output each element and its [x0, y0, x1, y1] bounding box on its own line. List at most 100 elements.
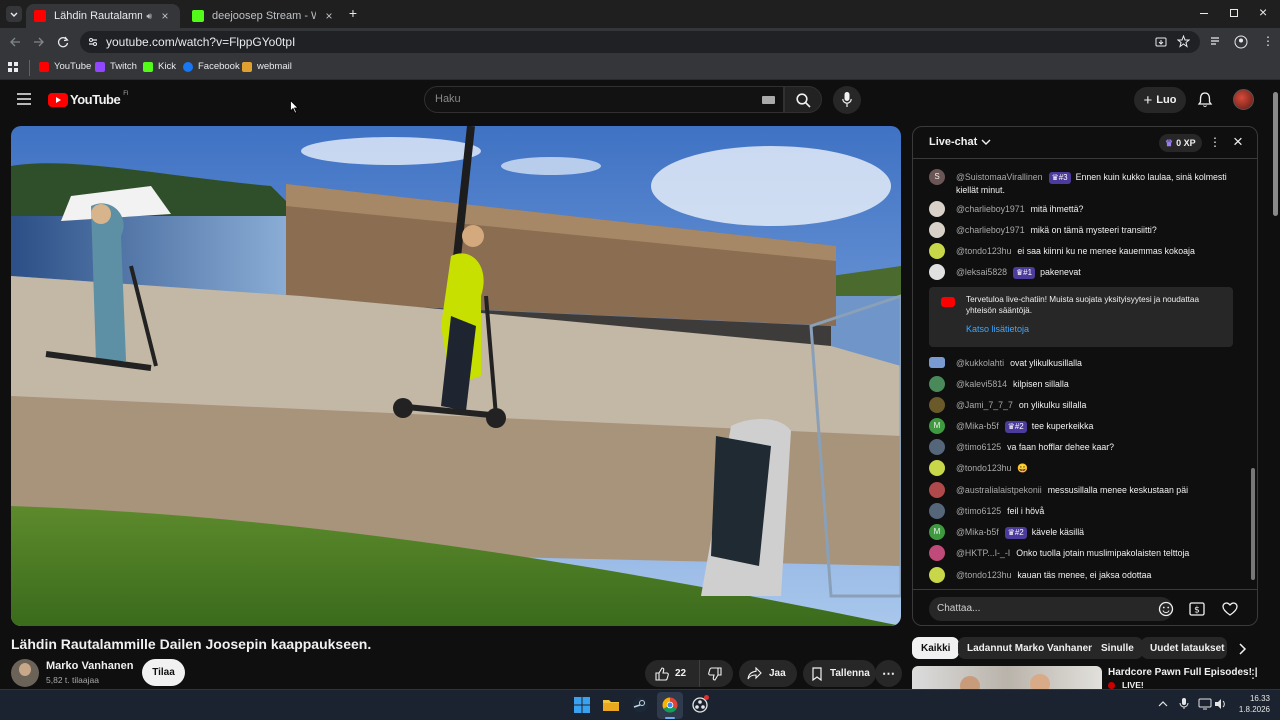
xp-badge[interactable]: ♛ 0 XP	[1159, 134, 1202, 152]
install-app-icon[interactable]	[1155, 36, 1167, 48]
forward-arrow-icon[interactable]	[32, 35, 46, 49]
account-avatar[interactable]	[1233, 89, 1254, 110]
chip-uploaded-by-channel[interactable]: Ladannut Marko Vanhanen	[958, 637, 1104, 659]
chat-text: va faan hofflar dehee kaar?	[1007, 442, 1115, 452]
channel-avatar[interactable]	[11, 659, 39, 687]
chat-author[interactable]: @australialaistpekonii	[956, 485, 1042, 495]
notifications-bell-icon[interactable]	[1197, 91, 1213, 108]
file-explorer-icon[interactable]	[603, 697, 619, 713]
close-chat-icon[interactable]: ×	[1233, 132, 1243, 152]
emoji-icon[interactable]	[1158, 601, 1174, 617]
bookmark-kick[interactable]: Kick	[143, 61, 176, 72]
subscribe-button[interactable]: Tilaa	[142, 659, 185, 686]
bookmark-twitch[interactable]: Twitch	[95, 61, 137, 72]
chat-author[interactable]: @kukkolahti	[956, 358, 1004, 368]
chat-scroll-thumb[interactable]	[1251, 468, 1255, 580]
media-controls-icon[interactable]	[1210, 36, 1222, 48]
search-button[interactable]	[784, 86, 822, 113]
chat-author[interactable]: @Mika-b5f	[956, 527, 999, 537]
tab-youtube-video[interactable]: Lähdin Rautalammille Daile 🔊︎ ×	[26, 4, 180, 28]
keyboard-icon[interactable]	[762, 96, 775, 104]
channel-name[interactable]: Marko Vanhanen	[46, 660, 133, 672]
create-button[interactable]: + Luo	[1134, 87, 1186, 113]
youtube-logo[interactable]: YouTube FI	[48, 91, 129, 107]
network-icon[interactable]	[1198, 698, 1214, 714]
page-scroll-thumb[interactable]	[1273, 92, 1278, 216]
share-label: Jaa	[769, 668, 786, 679]
chat-author[interactable]: @timo6125	[956, 506, 1001, 516]
bookmark-facebook[interactable]: Facebook	[183, 61, 240, 72]
url-text: youtube.com/watch?v=FlppGYo0tpI	[106, 35, 296, 49]
new-tab-button[interactable]: +	[346, 5, 360, 21]
save-button[interactable]: Tallenna	[803, 660, 876, 687]
close-window-icon[interactable]: ×	[1259, 4, 1267, 20]
voice-search-button[interactable]	[833, 86, 861, 114]
super-chat-icon[interactable]: $	[1189, 602, 1205, 616]
windows-start-icon[interactable]	[574, 697, 590, 713]
site-info-icon[interactable]	[87, 36, 99, 48]
chip-all[interactable]: Kaikki	[912, 637, 960, 659]
volume-icon[interactable]	[1214, 698, 1230, 714]
recommendation-menu-icon[interactable]: ⋮	[1247, 667, 1259, 681]
chat-message-input[interactable]: Chattaa...	[929, 597, 1173, 621]
chrome-icon[interactable]	[662, 697, 678, 713]
chat-author[interactable]: @HKTP...I-_-I	[956, 548, 1010, 558]
chat-scrollbar[interactable]	[1251, 163, 1255, 583]
chat-author[interactable]: @tondo123hu	[956, 463, 1011, 473]
steam-icon[interactable]	[632, 697, 648, 713]
like-button[interactable]: 22	[645, 660, 700, 687]
minimize-icon[interactable]	[1200, 13, 1208, 14]
share-button[interactable]: Jaa	[739, 660, 797, 687]
microphone-icon	[842, 92, 852, 107]
chat-author[interactable]: @tondo123hu	[956, 246, 1011, 256]
dislike-button[interactable]	[700, 666, 722, 681]
chat-author[interactable]: @charlieboy1971	[956, 204, 1025, 214]
chat-author[interactable]: @SuistomaaVirallinen	[956, 172, 1043, 182]
avatar: S	[929, 169, 945, 185]
back-arrow-icon[interactable]	[8, 35, 22, 49]
chat-mode-selector[interactable]: Live-chat	[929, 136, 991, 148]
rank-badge-label: #2	[1014, 528, 1024, 537]
apps-grid-icon[interactable]	[8, 62, 19, 73]
tab-search-button[interactable]	[6, 6, 22, 22]
tab-kick-stream[interactable]: deejoosep Stream - Watch Live ×	[184, 4, 344, 28]
search-input[interactable]: Haku	[424, 86, 784, 113]
microphone-icon[interactable]	[1179, 698, 1195, 714]
create-label: Luo	[1156, 94, 1177, 106]
chat-menu-icon[interactable]: ⋮	[1209, 135, 1221, 149]
restore-icon[interactable]	[1230, 9, 1238, 17]
chat-author[interactable]: @leksai5828	[956, 267, 1007, 277]
bookmark-youtube[interactable]: YouTube	[39, 61, 91, 72]
close-tab-icon[interactable]: ×	[322, 9, 336, 23]
hamburger-menu-icon[interactable]	[17, 93, 31, 105]
reload-icon[interactable]	[56, 35, 70, 49]
chevron-up-icon[interactable]	[1158, 699, 1174, 715]
avatar	[929, 567, 945, 583]
page-scrollbar[interactable]	[1271, 80, 1280, 689]
recommendation-title[interactable]: Hardcore Pawn Full Episodes! |	[1108, 667, 1258, 678]
notice-learn-more-link[interactable]: Katso lisätietoja	[966, 324, 1029, 334]
browser-menu-icon[interactable]: ⋮	[1262, 34, 1274, 48]
chevron-right-icon[interactable]	[1237, 643, 1247, 655]
recommendation-thumbnail[interactable]	[912, 666, 1102, 689]
profile-icon[interactable]	[1234, 35, 1248, 49]
chat-author[interactable]: @Jami_7_7_7	[956, 400, 1013, 410]
close-tab-icon[interactable]: ×	[158, 9, 172, 23]
chat-author[interactable]: @Mika-b5f	[956, 421, 999, 431]
taskbar-clock[interactable]: 16.33 1.8.2026	[1236, 693, 1270, 715]
chip-for-you[interactable]: Sinulle	[1092, 637, 1143, 659]
audio-playing-icon[interactable]: 🔊︎	[146, 11, 152, 22]
chat-author[interactable]: @kalevi5814	[956, 379, 1007, 389]
chat-author[interactable]: @timo6125	[956, 442, 1001, 452]
more-actions-button[interactable]: ⋯	[875, 660, 902, 687]
chat-author[interactable]: @tondo123hu	[956, 570, 1011, 580]
bookmark-webmail[interactable]: webmail	[242, 61, 292, 72]
heart-icon[interactable]	[1222, 602, 1238, 616]
rank-badge: ♛#1	[1013, 267, 1036, 279]
chat-author[interactable]: @charlieboy1971	[956, 225, 1025, 235]
address-bar[interactable]: youtube.com/watch?v=FlppGYo0tpI	[80, 31, 1200, 53]
chip-new-uploads[interactable]: Uudet lataukset	[1141, 637, 1227, 659]
video-player[interactable]	[11, 126, 901, 626]
rank-badge: ♛#3	[1048, 172, 1071, 184]
bookmark-star-icon[interactable]	[1177, 35, 1190, 48]
